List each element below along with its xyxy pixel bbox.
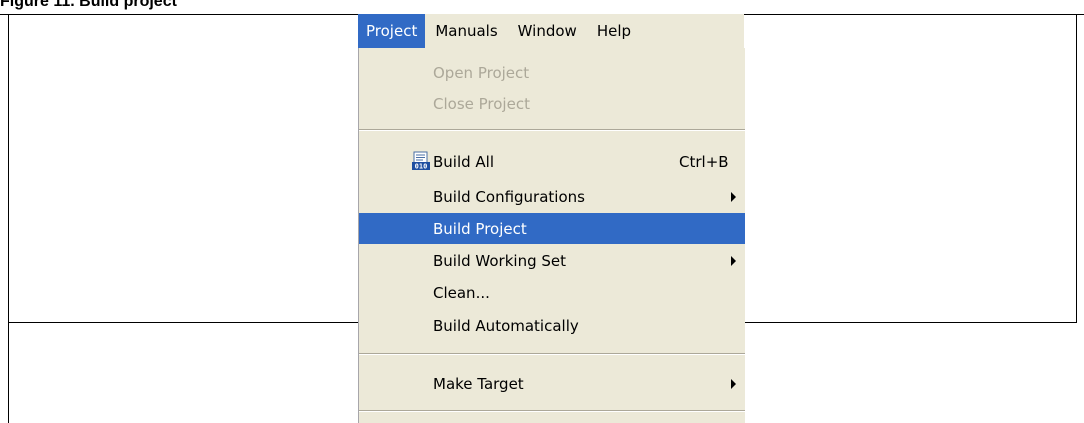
menu-separator xyxy=(359,410,745,412)
figure-caption: Figure 11. Build project xyxy=(0,0,177,10)
menu-item-label: Clean... xyxy=(433,283,490,302)
shortcut-label: Ctrl+B xyxy=(679,152,729,171)
figure: Figure 11. Build project Project Manuals… xyxy=(0,0,1084,423)
menu-item-build-project[interactable]: Build Project xyxy=(359,213,745,244)
figure-border-left xyxy=(8,14,9,423)
submenu-arrow-icon xyxy=(731,255,736,266)
menu-item-open-project[interactable]: Open Project xyxy=(359,57,745,88)
svg-text:010: 010 xyxy=(415,163,428,171)
menu-item-build-automatically[interactable]: Build Automatically xyxy=(359,310,745,341)
menu-item-build-configurations[interactable]: Build Configurations xyxy=(359,181,745,212)
menu-item-build-all[interactable]: 010 Build All Ctrl+B xyxy=(359,146,745,177)
menu-item-label: Build All xyxy=(433,152,495,171)
menu-item-label: Build Working Set xyxy=(433,251,567,270)
menu-item-label: Make Target xyxy=(433,374,524,393)
menu-item-label: Close Project xyxy=(433,94,530,113)
menu-item-close-project[interactable]: Close Project xyxy=(359,88,745,119)
menubar-manuals[interactable]: Manuals xyxy=(425,14,507,48)
menu-item-make-target[interactable]: Make Target xyxy=(359,368,745,399)
menu-item-label: Open Project xyxy=(433,63,530,82)
menubar-help[interactable]: Help xyxy=(587,14,641,48)
menu-item-label: Build Project xyxy=(433,219,527,238)
figure-border-right xyxy=(1076,14,1077,323)
submenu-arrow-icon xyxy=(731,191,736,202)
menu-separator xyxy=(359,129,745,131)
menu-item-label: Build Automatically xyxy=(433,316,579,335)
menu-item-clean[interactable]: Clean... xyxy=(359,277,745,308)
project-menu: Open Project Close Project 010 Build All… xyxy=(358,48,745,423)
menu-separator xyxy=(359,353,745,355)
menubar: Project Manuals Window Help xyxy=(358,14,744,48)
menubar-project[interactable]: Project xyxy=(358,14,426,48)
build-all-icon: 010 xyxy=(411,151,431,171)
menubar-window[interactable]: Window xyxy=(508,14,587,48)
menu-item-label: Build Configurations xyxy=(433,187,585,206)
submenu-arrow-icon xyxy=(731,378,736,389)
menu-item-build-working-set[interactable]: Build Working Set xyxy=(359,245,745,276)
